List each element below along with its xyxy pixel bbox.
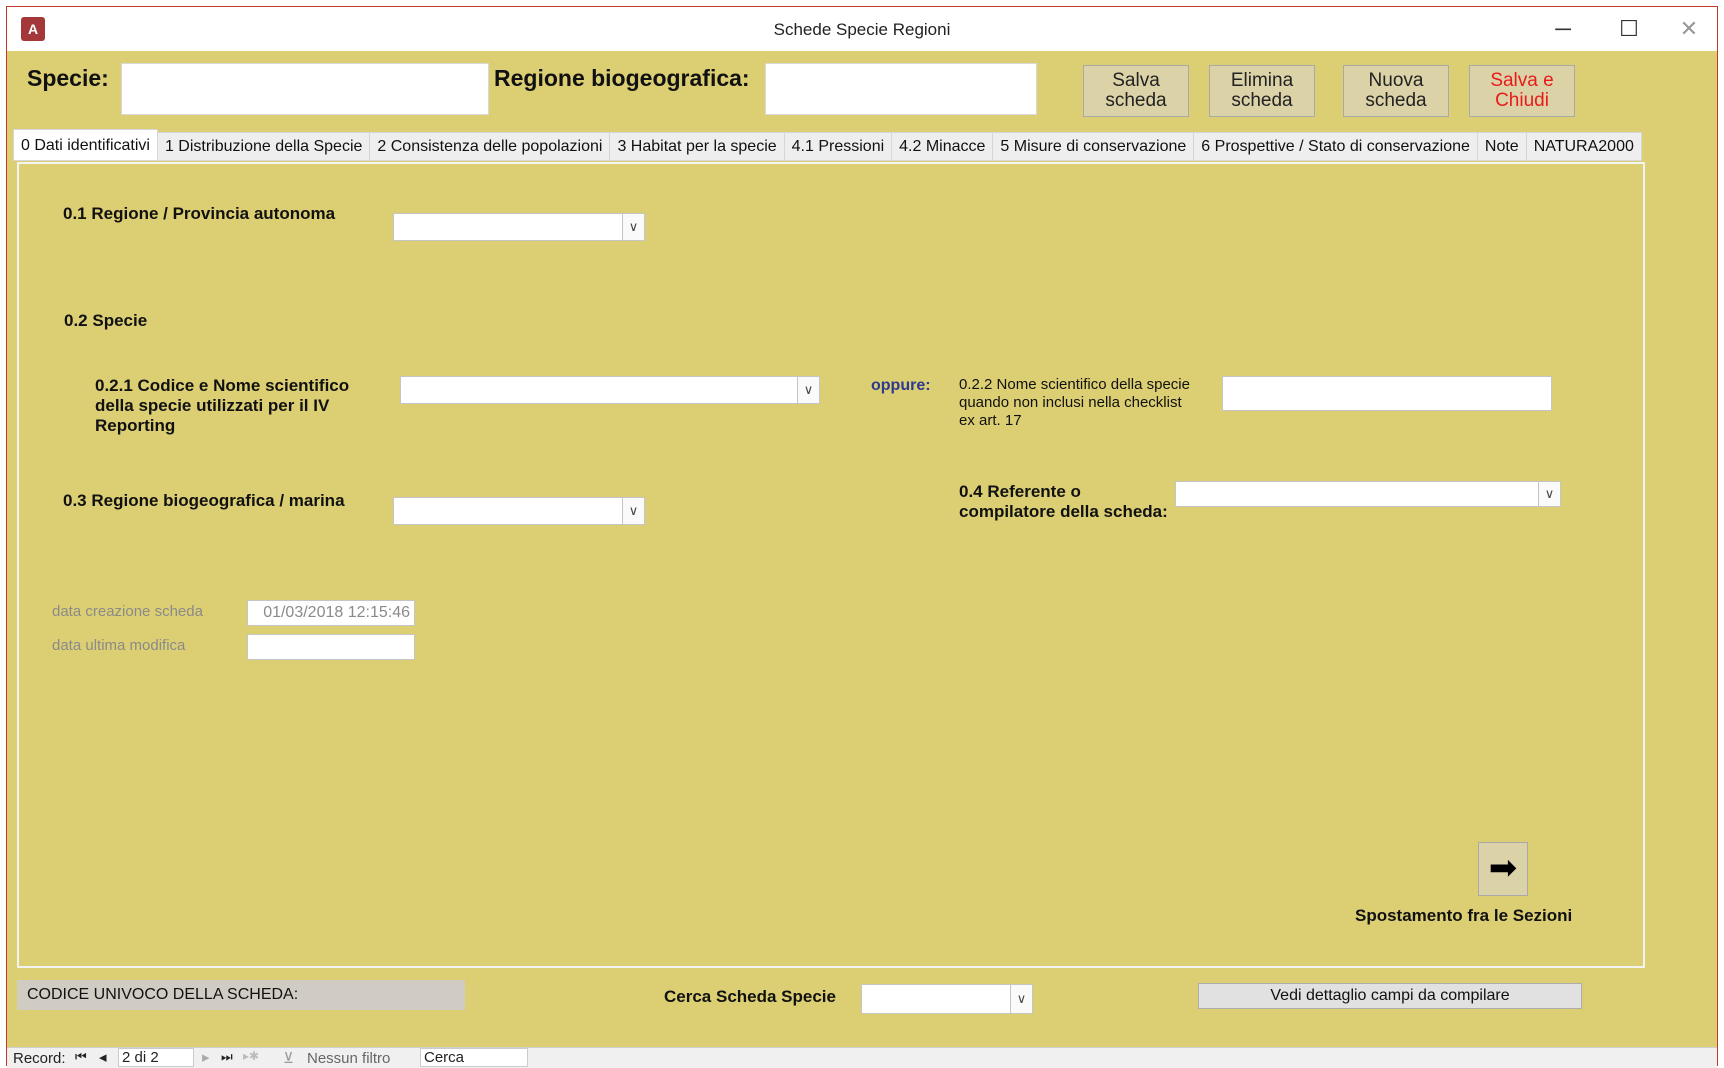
window-title: Schede Specie Regioni	[773, 20, 951, 39]
codice-nome-scientifico-combo[interactable]: ∨	[400, 376, 820, 404]
q02-label: 0.2 Specie	[64, 311, 148, 330]
tab-9[interactable]: NATURA2000	[1526, 132, 1642, 161]
nome-scientifico-input[interactable]	[1222, 376, 1552, 411]
tab-panel: 0.1 Regione / Provincia autonoma ∨ 0.2 S…	[17, 162, 1645, 968]
maximize-button[interactable]: ☐	[1599, 7, 1659, 51]
first-record-icon[interactable]: ⏮	[75, 1049, 87, 1065]
prev-record-icon[interactable]: ◂	[99, 1048, 107, 1066]
minimize-button[interactable]: ─	[1533, 7, 1593, 51]
elimina-scheda-button[interactable]: Elimina scheda	[1209, 65, 1315, 117]
q022-label: 0.2.2 Nome scientifico della specie quan…	[959, 376, 1190, 430]
current-record-field[interactable]: 2 di 2	[118, 1048, 194, 1067]
chevron-down-icon[interactable]: ∨	[1010, 985, 1032, 1013]
q03-label: 0.3 Regione biogeografica / marina	[63, 491, 345, 510]
q021-label: 0.2.1 Codice e Nome scientifico della sp…	[95, 376, 349, 436]
elimina-scheda-label-1: Elimina	[1230, 70, 1294, 91]
section-tabs: 0 Dati identificativi 1 Distribuzione del…	[13, 129, 1642, 161]
salva-scheda-label-1: Salva	[1112, 70, 1160, 91]
cerca-scheda-combo[interactable]: ∨	[861, 984, 1033, 1014]
q021-label-3: Reporting	[95, 416, 176, 435]
data-creazione-field[interactable]: 01/03/2018 12:15:46	[247, 600, 415, 626]
chevron-down-icon[interactable]: ∨	[1538, 482, 1560, 506]
specie-label: Specie:	[27, 65, 109, 91]
referente-combo[interactable]: ∨	[1175, 481, 1561, 507]
next-section-button[interactable]: ➡	[1478, 842, 1528, 896]
nuova-scheda-label-2: scheda	[1365, 90, 1427, 111]
record-navigator: Record: ⏮ ◂ 2 di 2 ▸ ⏭ ▸✱ ⊻ Nessun filtr…	[7, 1047, 1717, 1068]
next-record-icon[interactable]: ▸	[202, 1048, 210, 1066]
oppure-label: oppure:	[871, 377, 931, 394]
data-modifica-field[interactable]	[247, 634, 415, 660]
tab-6[interactable]: 5 Misure di conservazione	[993, 132, 1195, 161]
regione-biogeografica-combo[interactable]: ∨	[393, 497, 645, 525]
chevron-down-icon[interactable]: ∨	[797, 377, 819, 403]
chevron-down-icon[interactable]: ∨	[622, 498, 644, 524]
filter-status[interactable]: Nessun filtro	[307, 1050, 390, 1067]
tab-5[interactable]: 4.2 Minacce	[892, 132, 994, 161]
last-record-icon[interactable]: ⏭	[221, 1049, 233, 1065]
tab-0[interactable]: 0 Dati identificativi	[13, 129, 158, 161]
data-modifica-label: data ultima modifica	[52, 637, 186, 654]
salva-scheda-label-2: scheda	[1105, 90, 1167, 111]
tab-2[interactable]: 2 Consistenza delle popolazioni	[370, 132, 611, 161]
regione-label: Regione biogeografica:	[494, 65, 750, 91]
tab-8[interactable]: Note	[1477, 132, 1527, 161]
nav-label: Spostamento fra le Sezioni	[1355, 906, 1573, 925]
new-record-icon[interactable]: ▸✱	[243, 1049, 259, 1063]
q04-label-2: compilatore della scheda:	[959, 502, 1168, 521]
close-button[interactable]: ✕	[1659, 7, 1719, 51]
q022-label-1: 0.2.2 Nome scientifico della specie	[959, 376, 1190, 393]
nuova-scheda-label-1: Nuova	[1368, 70, 1424, 91]
search-input[interactable]: Cerca	[420, 1048, 528, 1067]
salva-e-chiudi-label-2: Chiudi	[1495, 90, 1549, 111]
vedi-dettaglio-button[interactable]: Vedi dettaglio campi da compilare	[1198, 983, 1582, 1009]
elimina-scheda-label-2: scheda	[1231, 90, 1293, 111]
q021-label-1: 0.2.1 Codice e Nome scientifico	[95, 376, 350, 395]
regione-provincia-combo[interactable]: ∨	[393, 213, 645, 241]
q021-label-2: della specie utilizzati per il IV	[95, 396, 330, 415]
app-window: A Schede Specie Regioni ─ ☐ ✕ Specie: Re…	[6, 6, 1718, 1068]
regione-field[interactable]	[765, 63, 1037, 115]
cerca-scheda-label: Cerca Scheda Specie	[664, 987, 836, 1006]
salva-e-chiudi-label-1: Salva e	[1490, 70, 1554, 91]
arrow-right-icon: ➡	[1488, 849, 1518, 887]
q04-label-1: 0.4 Referente o	[959, 482, 1081, 501]
q022-label-2: quando non inclusi nella checklist	[959, 394, 1182, 411]
tab-4[interactable]: 4.1 Pressioni	[784, 132, 893, 161]
tab-3[interactable]: 3 Habitat per la specie	[610, 132, 785, 161]
q022-label-3: ex art. 17	[959, 412, 1022, 429]
data-creazione-label: data creazione scheda	[52, 603, 203, 620]
salva-e-chiudi-button[interactable]: Salva e Chiudi	[1469, 65, 1575, 117]
q04-label: 0.4 Referente o compilatore della scheda…	[959, 482, 1168, 522]
tab-7[interactable]: 6 Prospettive / Stato di conservazione	[1194, 132, 1478, 161]
filter-icon: ⊻	[283, 1050, 294, 1067]
specie-field[interactable]	[121, 63, 489, 115]
nuova-scheda-button[interactable]: Nuova scheda	[1343, 65, 1449, 117]
codice-univoco-label: CODICE UNIVOCO DELLA SCHEDA:	[17, 980, 465, 1010]
q01-label: 0.1 Regione / Provincia autonoma	[63, 204, 336, 223]
record-label: Record:	[13, 1050, 66, 1067]
tab-1[interactable]: 1 Distribuzione della Specie	[157, 132, 371, 161]
title-bar: A Schede Specie Regioni ─ ☐ ✕	[7, 7, 1717, 51]
chevron-down-icon[interactable]: ∨	[622, 214, 644, 240]
salva-scheda-button[interactable]: Salva scheda	[1083, 65, 1189, 117]
